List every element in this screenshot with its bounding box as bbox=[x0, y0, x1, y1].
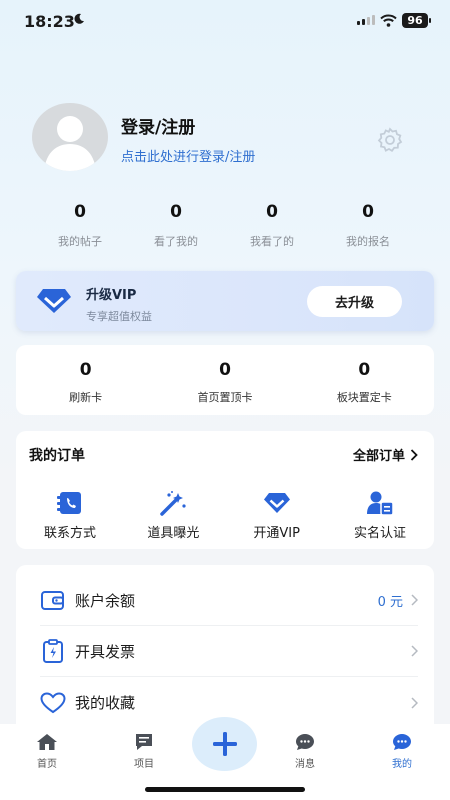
orders-title: 我的订单 bbox=[29, 448, 85, 464]
login-link[interactable]: 点击此处进行登录/注册 bbox=[121, 146, 255, 165]
order-label: 道具曝光 bbox=[147, 526, 200, 541]
vip-diamond-icon bbox=[37, 289, 71, 313]
all-orders-link[interactable]: 全部订单 bbox=[353, 445, 418, 464]
order-real-name-auth[interactable]: 实名认证 bbox=[334, 490, 426, 541]
menu-issue-invoice[interactable]: 开具发票 bbox=[40, 626, 418, 677]
tab-label: 项目 bbox=[134, 759, 154, 770]
order-shortcuts: 联系方式 道具曝光 开通VIP 实名认证 bbox=[16, 490, 434, 541]
upgrade-button[interactable]: 去升级 bbox=[307, 286, 402, 317]
stat-value: 0 bbox=[266, 202, 278, 222]
add-post-button[interactable] bbox=[192, 717, 257, 771]
stat-value: 0 bbox=[74, 202, 86, 222]
avatar[interactable] bbox=[32, 103, 108, 171]
order-label: 开通VIP bbox=[253, 526, 300, 541]
menu-label: 开具发票 bbox=[75, 642, 136, 661]
home-icon bbox=[37, 734, 57, 750]
user-silhouette-icon bbox=[44, 116, 96, 171]
tab-label: 我的 bbox=[392, 759, 412, 770]
moon-icon bbox=[74, 13, 84, 24]
stat-value: 0 bbox=[170, 202, 182, 222]
all-orders-label: 全部订单 bbox=[352, 449, 405, 464]
tab-mine[interactable]: 我的 bbox=[372, 732, 432, 770]
order-item-exposure[interactable]: 道具曝光 bbox=[127, 490, 219, 541]
profile-stats: 0 我的帖子 0 看了我的 0 我看了的 0 我的报名 bbox=[32, 202, 416, 249]
stat-value: 0 bbox=[362, 202, 374, 222]
stat-label: 我看了的 bbox=[250, 235, 294, 248]
card-count: 0 bbox=[219, 360, 231, 380]
vip-diamond-icon bbox=[263, 493, 290, 513]
battery-tip bbox=[429, 18, 431, 23]
chevron-right-icon bbox=[411, 645, 418, 657]
account-menu: 账户余额 0 元 开具发票 我的收藏 bbox=[16, 565, 434, 735]
status-bar: 18:23 96 bbox=[0, 0, 450, 44]
invoice-icon bbox=[43, 639, 63, 663]
chevron-right-icon bbox=[410, 448, 418, 461]
stat-viewed-me[interactable]: 0 看了我的 bbox=[128, 202, 224, 249]
menu-account-balance[interactable]: 账户余额 0 元 bbox=[40, 575, 418, 626]
wallet-icon bbox=[41, 591, 64, 610]
tab-home[interactable]: 首页 bbox=[17, 732, 77, 770]
magic-wand-icon bbox=[160, 491, 186, 516]
menu-label: 账户余额 bbox=[75, 591, 136, 610]
stat-i-viewed[interactable]: 0 我看了的 bbox=[224, 202, 320, 249]
homepage-top-card[interactable]: 0 首页置顶卡 bbox=[155, 345, 294, 415]
chevron-right-icon bbox=[411, 696, 418, 709]
stat-my-signups[interactable]: 0 我的报名 bbox=[320, 202, 416, 249]
status-time: 18:23 bbox=[24, 12, 75, 31]
order-label: 实名认证 bbox=[353, 526, 406, 541]
home-indicator bbox=[145, 787, 305, 792]
orders-panel: 我的订单 全部订单 联系方式 道具曝光 开通VIP 实名认证 bbox=[16, 431, 434, 549]
tab-messages[interactable]: 消息 bbox=[275, 732, 335, 770]
card-label: 首页置顶卡 bbox=[197, 391, 253, 404]
vip-subtitle: 专享超值权益 bbox=[86, 310, 152, 323]
stat-my-posts[interactable]: 0 我的帖子 bbox=[32, 202, 128, 249]
card-count: 0 bbox=[79, 360, 92, 380]
heart-icon bbox=[40, 691, 66, 713]
menu-label: 我的收藏 bbox=[75, 694, 136, 712]
login-title[interactable]: 登录/注册 bbox=[121, 113, 195, 138]
vip-title: 升级VIP bbox=[86, 288, 137, 303]
wifi-icon bbox=[380, 14, 397, 27]
card-count: 0 bbox=[358, 360, 371, 380]
id-verify-icon bbox=[366, 491, 394, 516]
order-open-vip[interactable]: 开通VIP bbox=[231, 490, 323, 541]
order-label: 联系方式 bbox=[43, 526, 96, 541]
card-label: 板块置定卡 bbox=[336, 391, 392, 404]
project-icon bbox=[136, 734, 152, 750]
battery-icon: 96 bbox=[402, 13, 428, 28]
profile-icon bbox=[393, 734, 411, 750]
section-pin-card[interactable]: 0 板块置定卡 bbox=[295, 345, 434, 415]
vip-upgrade-card[interactable]: 升级VIP 专享超值权益 去升级 bbox=[16, 271, 434, 331]
refresh-card[interactable]: 0 刷新卡 bbox=[16, 345, 155, 415]
signal-icon bbox=[357, 15, 375, 25]
balance-value: 0 元 bbox=[377, 594, 403, 610]
tab-projects[interactable]: 项目 bbox=[114, 732, 174, 770]
stat-label: 我的报名 bbox=[346, 235, 390, 248]
tab-label: 消息 bbox=[295, 759, 315, 770]
stat-label: 我的帖子 bbox=[58, 235, 102, 248]
card-label: 刷新卡 bbox=[69, 391, 103, 404]
message-icon bbox=[296, 734, 314, 750]
settings-gear-icon[interactable] bbox=[376, 126, 404, 154]
tab-label: 首页 bbox=[37, 759, 57, 770]
stat-label: 看了我的 bbox=[154, 235, 198, 248]
order-contact[interactable]: 联系方式 bbox=[24, 490, 116, 541]
plus-icon bbox=[212, 732, 237, 756]
promo-cards-panel: 0 刷新卡 0 首页置顶卡 0 板块置定卡 bbox=[16, 345, 434, 415]
chevron-right-icon bbox=[411, 594, 418, 606]
contact-card-icon bbox=[57, 492, 81, 514]
